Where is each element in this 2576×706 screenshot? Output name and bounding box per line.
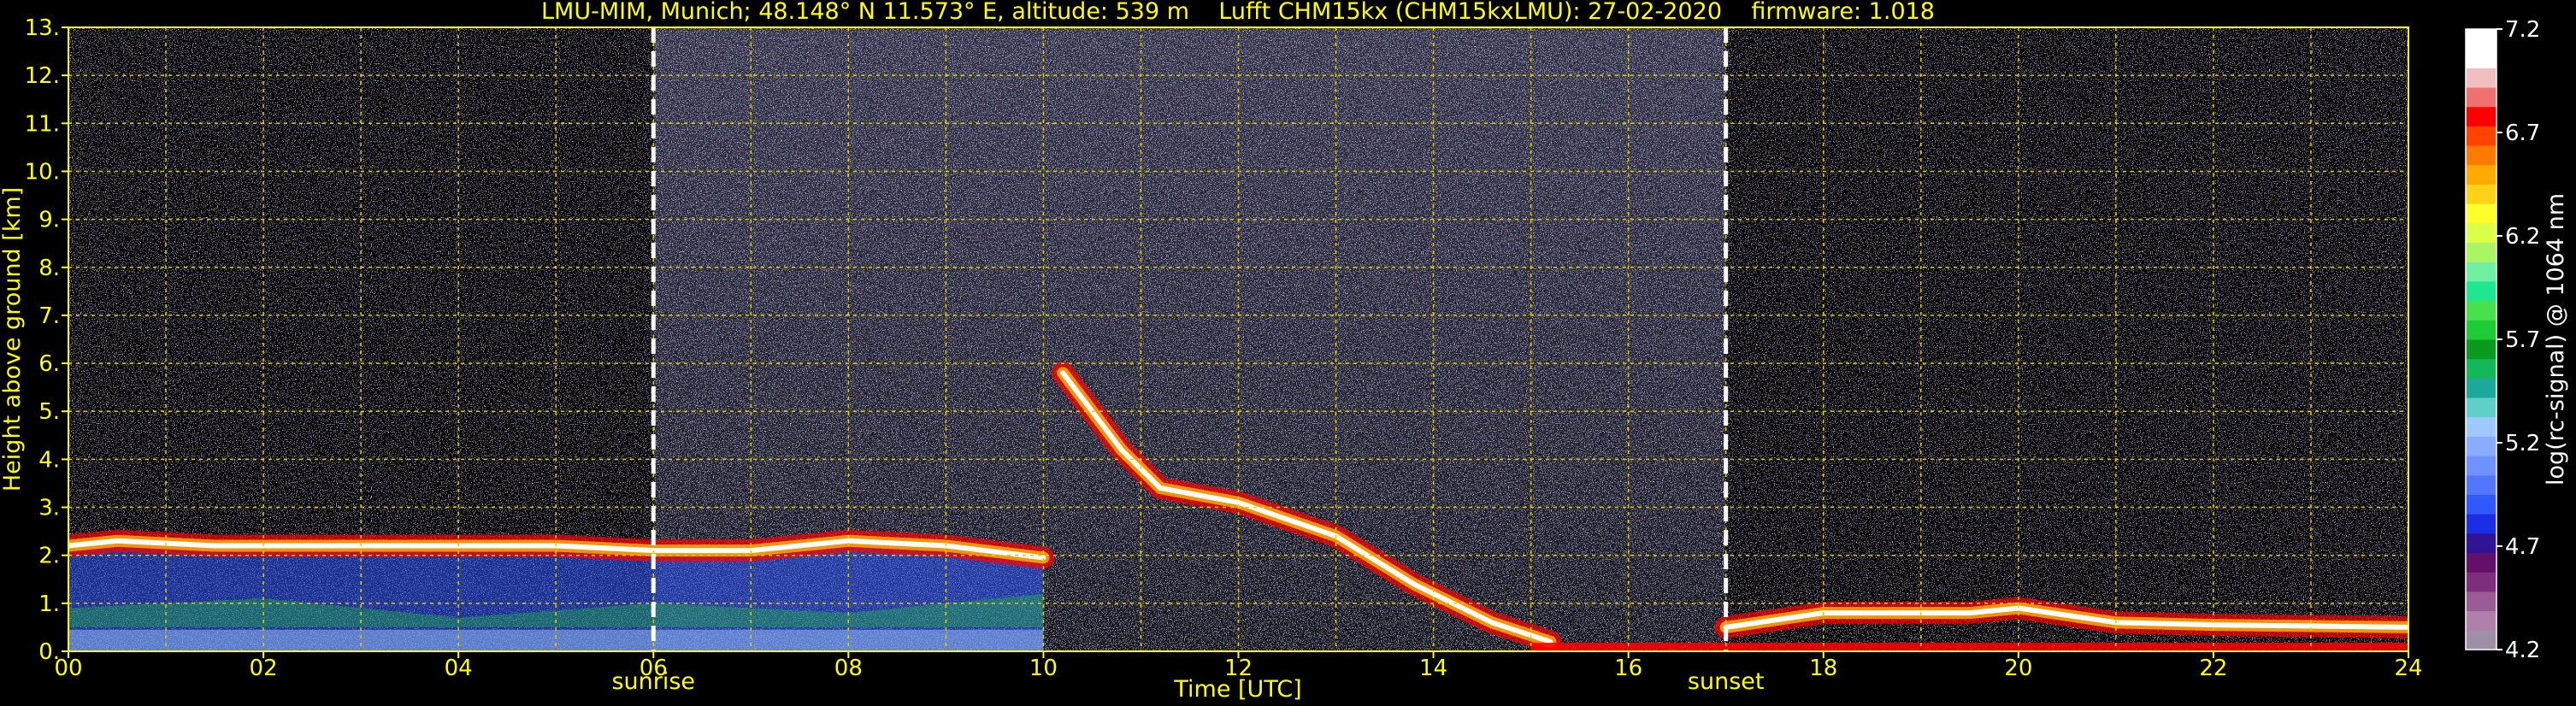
- chart-title: LMU-MIM, Munich; 48.148° N 11.573° E, al…: [541, 0, 1935, 25]
- surface-signal-band: [1530, 642, 2408, 651]
- y-tick-label: 6.: [38, 351, 60, 377]
- colorbar-swatch: [2466, 572, 2496, 592]
- colorbar-swatch: [2466, 242, 2496, 262]
- colorbar-swatch: [2466, 610, 2496, 631]
- colorbar-tick-label: 6.7: [2505, 121, 2540, 146]
- colorbar-swatch: [2466, 87, 2496, 108]
- x-tick-label: 08: [834, 656, 863, 681]
- colorbar-swatch: [2466, 280, 2496, 302]
- y-tick-label: 13.: [25, 15, 60, 41]
- colorbar-swatch: [2466, 514, 2496, 534]
- colorbar-swatch: [2466, 203, 2496, 224]
- x-tick-label: 10: [1029, 656, 1058, 681]
- y-tick-label: 7.: [38, 303, 60, 329]
- x-tick-label: 24: [2394, 656, 2422, 681]
- x-tick-label: 20: [2004, 656, 2032, 681]
- y-tick-label: 11.: [25, 111, 60, 137]
- colorbar-swatch: [2466, 532, 2496, 554]
- y-tick-label: 9.: [38, 208, 60, 233]
- y-axis-label: Height above ground [km]: [0, 187, 26, 491]
- colorbar-swatch: [2466, 145, 2496, 166]
- colorbar-swatch: [2466, 456, 2496, 476]
- x-tick-label: 18: [1809, 656, 1837, 681]
- colorbar-swatch: [2466, 416, 2496, 437]
- y-axis: 0.1.2.3.4.5.6.7.8.9.10.11.12.13.: [25, 15, 68, 665]
- sun-marker-label: sunset: [1688, 668, 1765, 695]
- near-surface-layer: [68, 629, 1044, 651]
- colorbar-tick-label: 4.2: [2505, 638, 2540, 663]
- x-tick-label: 16: [1614, 656, 1642, 681]
- colorbar-swatch: [2466, 222, 2496, 244]
- x-tick-label: 02: [250, 656, 278, 681]
- x-tick-label: 06: [640, 656, 668, 681]
- x-tick-label: 00: [54, 656, 82, 681]
- colorbar-swatch: [2466, 494, 2496, 515]
- colorbar-swatch: [2466, 552, 2496, 573]
- y-tick-label: 10.: [25, 159, 60, 185]
- colorbar-swatch: [2466, 378, 2496, 398]
- colorbar-swatch: [2466, 474, 2496, 495]
- colorbar-swatch: [2466, 358, 2496, 379]
- x-tick-label: 14: [1419, 656, 1447, 681]
- y-tick-label: 12.: [25, 63, 60, 89]
- colorbar-tick-label: 5.7: [2505, 327, 2540, 353]
- colorbar-swatch: [2466, 591, 2496, 612]
- colorbar-swatch: [2466, 436, 2496, 456]
- colorbar-tick-label: 5.2: [2505, 431, 2540, 456]
- x-tick-label: 04: [445, 656, 473, 681]
- colorbar-swatch: [2466, 126, 2496, 146]
- colorbar-swatch: [2466, 68, 2496, 88]
- x-tick-label: 22: [2199, 656, 2227, 681]
- colorbar-swatch: [2466, 164, 2496, 185]
- y-tick-label: 2.: [38, 544, 60, 569]
- y-tick-label: 1.: [38, 591, 60, 617]
- colorbar-swatch: [2466, 320, 2496, 340]
- y-tick-label: 4.: [38, 447, 60, 473]
- colorbar-swatch: [2466, 397, 2496, 418]
- y-tick-label: 8.: [38, 256, 60, 281]
- colorbar-swatch: [2466, 262, 2496, 282]
- colorbar-swatch: [2466, 300, 2496, 321]
- colorbar-label: log(rc-signal) @ 1064 nm: [2543, 193, 2569, 485]
- colorbar-swatch: [2466, 339, 2496, 360]
- colorbar-tick-label: 4.7: [2505, 534, 2540, 560]
- y-tick-label: 3.: [38, 496, 60, 521]
- colorbar-tick-label: 6.2: [2505, 224, 2540, 250]
- ceilometer-chart: LMU-MIM, Munich; 48.148° N 11.573° E, al…: [0, 0, 2569, 703]
- colorbar-swatch: [2466, 184, 2496, 204]
- colorbar: 4.2 4.7 5.2 5.7 6.2 6.7 7.2: [2465, 17, 2540, 663]
- colorbar-swatch: [2466, 48, 2496, 68]
- x-axis-label: Time [UTC]: [1173, 676, 1301, 703]
- y-tick-label: 5.: [38, 399, 60, 425]
- colorbar-tick-label: 7.2: [2505, 17, 2540, 43]
- colorbar-swatch: [2466, 29, 2496, 50]
- colorbar-swatch: [2466, 630, 2496, 650]
- colorbar-swatch: [2466, 106, 2496, 126]
